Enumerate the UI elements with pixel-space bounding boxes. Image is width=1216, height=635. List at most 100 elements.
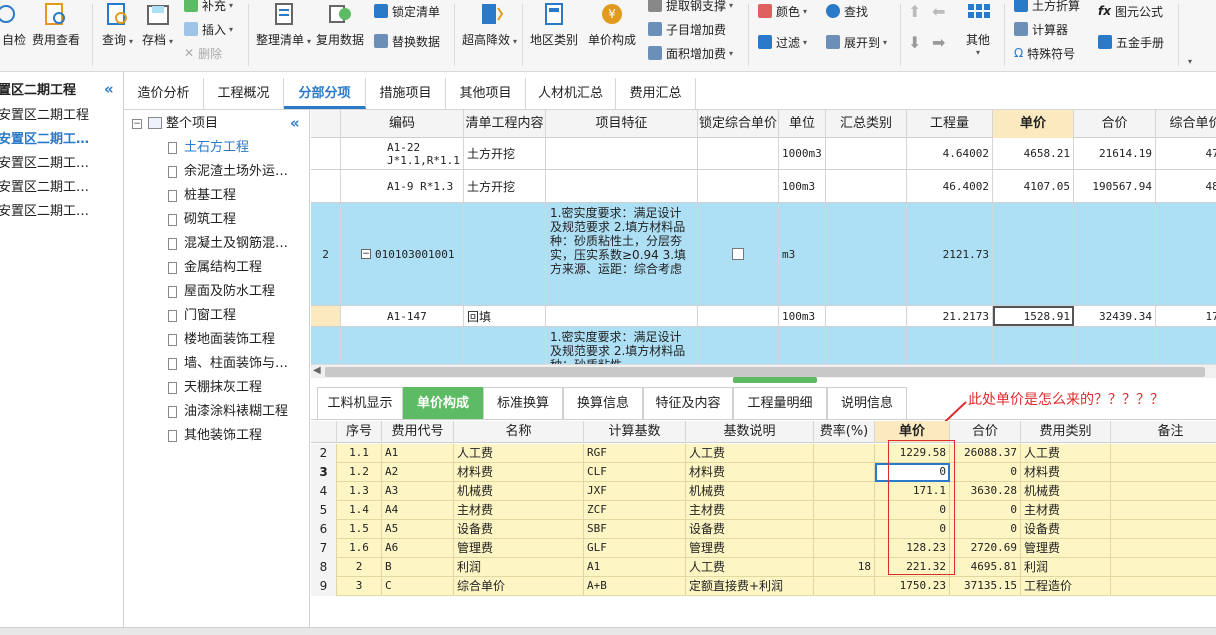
table-row[interactable]: A1-22 J*1.1,R*1.1 土方开挖 1000m3 4.64002 46… — [311, 138, 1216, 170]
table-row-selected[interactable]: A1-147 回填 100m3 21.2173 1528.91 32439.34… — [311, 306, 1216, 327]
expand-to-button[interactable]: 展开到 ▾ — [826, 33, 887, 51]
collapse-subtree-icon[interactable]: « — [290, 114, 300, 132]
section-item[interactable]: 门窗工程 — [124, 304, 310, 328]
extract-rebar-button[interactable]: 提取钢支撑 ▾ — [648, 0, 733, 14]
cost-view-button[interactable]: 费用查看 — [32, 0, 80, 48]
section-item[interactable]: 混凝土及钢筋混… — [124, 232, 310, 256]
move-down-button[interactable]: ⬇ — [908, 33, 921, 52]
unit-price-button[interactable]: ¥ 单价构成 — [588, 0, 636, 48]
archive-button[interactable]: 存档 ▾ — [142, 0, 173, 48]
scroll-thumb[interactable] — [325, 367, 1205, 377]
special-symbol-button[interactable]: Ω 特殊符号 — [1014, 44, 1075, 62]
query-button[interactable]: 查询 ▾ — [102, 0, 133, 48]
supplement-button[interactable]: 补充 ▾ — [184, 0, 233, 14]
section-item-earthwork[interactable]: 土石方工程 — [124, 136, 310, 160]
table-row[interactable]: 9 3 C 综合单价 A+B 定额直接费+利润 1750.23 37135.15… — [311, 577, 1216, 596]
table-row[interactable]: 4 1.3 A3 机械费 JXF 机械费 171.1 3630.28 机械费 — [311, 482, 1216, 501]
replace-data-button[interactable]: 替换数据 — [374, 32, 440, 50]
table-row-bill-item[interactable]: 2 −010103001001 1.密实度要求：满足设计及规范要求 2.填方材料… — [311, 203, 1216, 306]
self-check-button[interactable]: 自检 — [0, 0, 28, 48]
scroll-left-icon[interactable]: ◀ — [313, 365, 321, 376]
tab-description-info[interactable]: 说明信息 — [827, 387, 907, 419]
section-item[interactable]: 墙、柱面装饰与… — [124, 352, 310, 376]
horizontal-scrollbar[interactable]: ◀ — [311, 364, 1216, 378]
section-item[interactable]: 金属结构工程 — [124, 256, 310, 280]
col-quantity[interactable]: 工程量 — [907, 110, 993, 138]
area-add-fee-button[interactable]: 面积增加费 ▾ — [648, 44, 733, 62]
col-code[interactable]: 编码 — [341, 110, 464, 138]
col-comp-price[interactable]: 综合单价 — [1156, 110, 1216, 138]
project-tree-root[interactable]: 置区二期工程 — [0, 80, 122, 102]
section-item[interactable]: 天棚抹灰工程 — [124, 376, 310, 400]
table-row[interactable]: 2 1.1 A1 人工费 RGF 人工费 1229.58 26088.37 人工… — [311, 444, 1216, 463]
col-rate[interactable]: 费率(%) — [814, 421, 875, 443]
tab-unit-price-composition[interactable]: 单价构成 — [403, 387, 483, 419]
col-total[interactable]: 合价 — [1074, 110, 1156, 138]
section-item[interactable]: 其他装饰工程 — [124, 424, 310, 448]
tab-cost-analysis[interactable]: 造价分析 — [124, 78, 204, 109]
sub-add-fee-button[interactable]: 子目增加费 — [648, 20, 726, 38]
tab-other-items[interactable]: 其他项目 — [446, 78, 526, 109]
col-amount[interactable]: 合价 — [950, 421, 1021, 443]
tab-sub-items[interactable]: 分部分项 — [284, 78, 366, 109]
col-remark[interactable]: 备注 — [1111, 421, 1216, 443]
table-row[interactable]: A1-9 R*1.3 土方开挖 100m3 46.4002 4107.05 19… — [311, 170, 1216, 203]
collapse-box-icon[interactable]: − — [132, 119, 142, 129]
col-fee-code[interactable]: 费用代号 — [382, 421, 454, 443]
ribbon-more-button[interactable]: ▾ — [1185, 52, 1192, 70]
col-content[interactable]: 清单工程内容 — [464, 110, 546, 138]
reuse-data-button[interactable]: 复用数据 — [316, 0, 364, 48]
col-feature[interactable]: 项目特征 — [546, 110, 698, 138]
col-lock-price[interactable]: 锁定综合单价 — [698, 110, 779, 138]
lock-price-checkbox[interactable] — [732, 248, 744, 260]
col-base-desc[interactable]: 基数说明 — [686, 421, 814, 443]
tab-standard-conversion[interactable]: 标准换算 — [483, 387, 563, 419]
section-item[interactable]: 油漆涂料裱糊工程 — [124, 400, 310, 424]
section-item[interactable]: 砌筑工程 — [124, 208, 310, 232]
tab-feature-content[interactable]: 特征及内容 — [643, 387, 733, 419]
height-efficiency-button[interactable]: 超高降效 ▾ — [462, 0, 517, 48]
calculator-button[interactable]: 计算器 — [1014, 20, 1068, 38]
project-tree-item[interactable]: 安置区二期工… — [0, 153, 122, 175]
section-item[interactable]: 屋面及防水工程 — [124, 280, 310, 304]
find-button[interactable]: 查找 — [826, 2, 868, 20]
project-tree-item[interactable]: 安置区二期工… — [0, 201, 122, 223]
lock-list-button[interactable]: 锁定清单 — [374, 2, 440, 20]
color-button[interactable]: 颜色 ▾ — [758, 2, 807, 20]
earth-fold-button[interactable]: 土方折算 — [1014, 0, 1080, 14]
organize-list-button[interactable]: 整理清单 ▾ — [256, 0, 311, 48]
table-row[interactable]: 7 1.6 A6 管理费 GLF 管理费 128.23 2720.69 管理费 — [311, 539, 1216, 558]
other-button[interactable]: 其他 ▾ — [964, 0, 992, 57]
pane-splitter-handle[interactable] — [733, 377, 817, 383]
tab-labor-material-summary[interactable]: 人材机汇总 — [526, 78, 616, 109]
collapse-box-icon[interactable]: − — [361, 249, 371, 259]
table-row[interactable]: 3 1.2 A2 材料费 CLF 材料费 0 0 材料费 — [311, 463, 1216, 482]
table-row[interactable]: 5 1.4 A4 主材费 ZCF 主材费 0 0 主材费 — [311, 501, 1216, 520]
move-right-button[interactable]: ➡ — [932, 33, 945, 52]
move-left-button[interactable]: ⬅ — [932, 2, 945, 21]
col-name[interactable]: 名称 — [454, 421, 584, 443]
project-tree-item[interactable]: 安置区二期工… — [0, 177, 122, 199]
tab-measures[interactable]: 措施项目 — [366, 78, 446, 109]
tab-labor-material-display[interactable]: 工料机显示 — [317, 387, 403, 419]
delete-button[interactable]: ✕ 删除 — [184, 44, 222, 62]
col-fee-category[interactable]: 费用类别 — [1021, 421, 1111, 443]
tab-conversion-info[interactable]: 换算信息 — [563, 387, 643, 419]
project-tree-item-active[interactable]: 安置区二期工… — [0, 129, 122, 151]
section-tree-root[interactable]: − 整个项目 — [124, 112, 310, 136]
hardware-manual-button[interactable]: 五金手册 — [1098, 33, 1164, 51]
table-row[interactable]: 8 2 B 利润 A1 人工费 18 221.32 4695.81 利润 — [311, 558, 1216, 577]
col-calc-base[interactable]: 计算基数 — [584, 421, 686, 443]
table-row[interactable]: 6 1.5 A5 设备费 SBF 设备费 0 0 设备费 — [311, 520, 1216, 539]
tab-quantity-detail[interactable]: 工程量明细 — [733, 387, 827, 419]
project-tree-item[interactable]: 安置区二期工程 — [0, 105, 122, 127]
filter-button[interactable]: 过滤 ▾ — [758, 33, 807, 51]
col-unit[interactable]: 单位 — [779, 110, 826, 138]
col-summary-type[interactable]: 汇总类别 — [826, 110, 907, 138]
formula-button[interactable]: fx 图元公式 — [1098, 2, 1163, 20]
section-item[interactable]: 楼地面装饰工程 — [124, 328, 310, 352]
section-item[interactable]: 桩基工程 — [124, 184, 310, 208]
move-up-button[interactable]: ⬆ — [908, 2, 921, 21]
region-category-button[interactable]: 地区类别 — [530, 0, 578, 48]
section-item[interactable]: 余泥渣土场外运… — [124, 160, 310, 184]
